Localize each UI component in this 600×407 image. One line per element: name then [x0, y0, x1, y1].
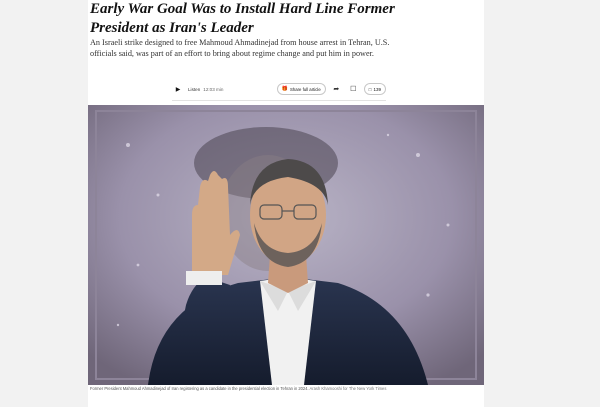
photo-caption: Former President Mahmoud Ahmadinejad of … — [90, 386, 470, 392]
caption-text: Former President Mahmoud Ahmadinejad of … — [90, 386, 309, 391]
comment-icon: □ — [368, 86, 372, 92]
listen-duration: 12:03 min — [203, 86, 224, 92]
comments-button[interactable]: □ 139 — [363, 83, 386, 95]
article-photo — [88, 105, 484, 385]
article-toolbar: ▶ Listen 12:03 min 🎁 Share full article … — [172, 80, 386, 98]
photo-illustration — [88, 105, 484, 385]
bookmark-icon[interactable]: ☐ — [347, 84, 360, 95]
article-headline: Early War Goal Was to Install Hard Line … — [90, 1, 395, 36]
play-icon[interactable]: ▶ — [172, 83, 184, 95]
toolbar-divider — [172, 100, 386, 101]
comments-count: 139 — [373, 86, 381, 92]
listen-label[interactable]: Listen — [188, 87, 200, 92]
photo-credit: Arash Khamooshi for The New York Times — [309, 386, 387, 391]
share-label: Share full article — [289, 86, 321, 92]
share-full-article-button[interactable]: 🎁 Share full article — [276, 83, 326, 95]
article-summary: An Israeli strike designed to free Mahmo… — [90, 38, 390, 58]
gift-icon: 🎁 — [281, 86, 288, 92]
share-icon[interactable]: ➦ — [330, 84, 343, 95]
